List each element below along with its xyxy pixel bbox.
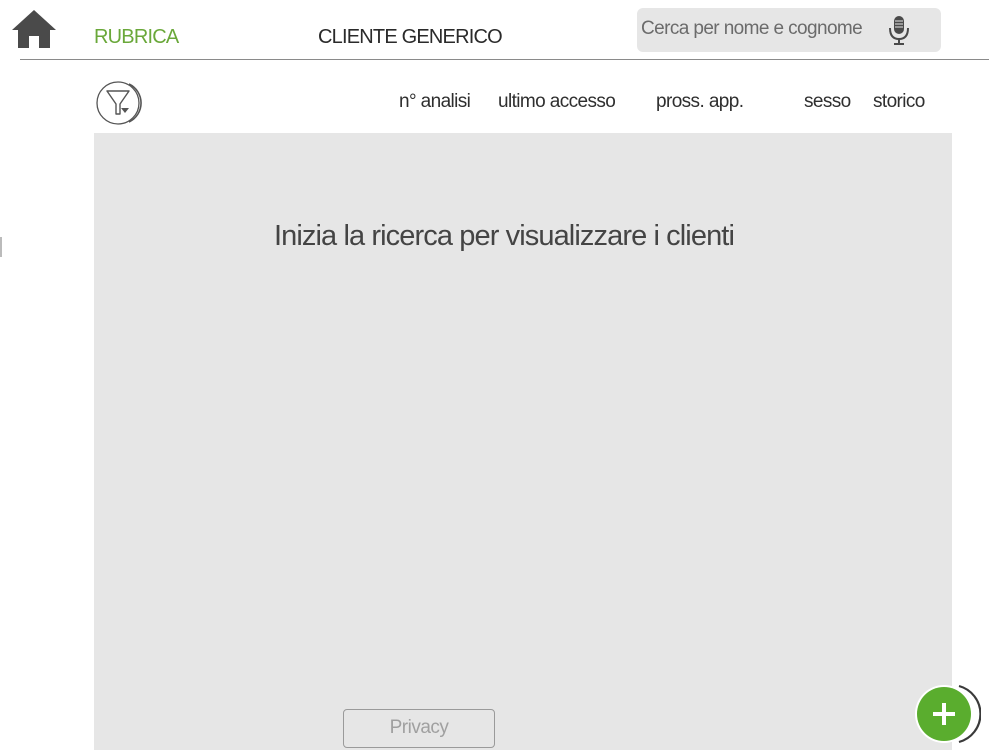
empty-state-message: Inizia la ricerca per visualizzare i cli… [273, 220, 735, 252]
microphone-icon [886, 14, 912, 46]
plus-icon [913, 683, 981, 745]
column-header-ultimo-accesso[interactable]: ultimo accesso [498, 91, 616, 113]
tab-rubrica[interactable]: RUBRICA [94, 25, 179, 49]
search-input[interactable] [641, 14, 879, 44]
search-bar [637, 8, 941, 52]
left-edge-handle [0, 237, 2, 257]
column-header-storico[interactable]: storico [873, 91, 925, 113]
home-button[interactable] [10, 8, 58, 52]
add-client-button[interactable] [913, 683, 981, 745]
filter-button[interactable] [96, 80, 146, 128]
column-header-prossimo-appuntamento[interactable]: pross. app. [656, 91, 744, 113]
home-icon [10, 8, 58, 52]
header-divider [20, 59, 989, 60]
tab-cliente-generico[interactable]: CLIENTE GENERICO [318, 25, 503, 49]
voice-search-button[interactable] [886, 14, 912, 46]
privacy-button[interactable]: Privacy [343, 709, 495, 748]
client-list-panel: Inizia la ricerca per visualizzare i cli… [94, 133, 952, 750]
filter-icon [96, 80, 146, 128]
column-header-sesso[interactable]: sesso [804, 91, 851, 113]
column-header-analisi[interactable]: n° analisi [399, 91, 471, 113]
